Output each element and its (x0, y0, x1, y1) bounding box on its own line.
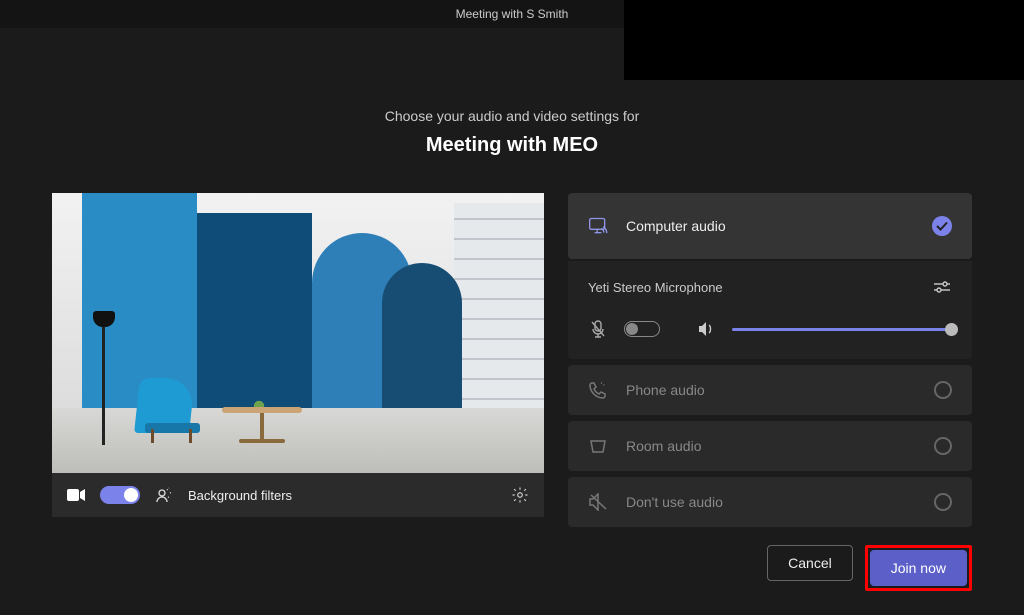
mic-muted-icon (588, 319, 608, 339)
audio-option-label: Phone audio (626, 382, 705, 398)
radio-unchecked (934, 493, 952, 511)
audio-device-name: Yeti Stereo Microphone (588, 280, 723, 295)
redacted-region (624, 0, 1024, 80)
audio-option-label: Don't use audio (626, 494, 723, 510)
meeting-name: Meeting with MEO (0, 134, 1024, 157)
background-filters-button[interactable]: Background filters (188, 488, 292, 503)
radio-unchecked (934, 437, 952, 455)
lamp-decor (102, 325, 105, 445)
pre-join-heading: Choose your audio and video settings for… (0, 108, 1024, 157)
audio-option-label: Computer audio (626, 218, 726, 234)
computer-audio-icon (588, 216, 608, 236)
settings-subtitle: Choose your audio and video settings for (0, 108, 1024, 124)
settings-gear-icon[interactable] (510, 485, 530, 505)
audio-option-phone[interactable]: Phone audio (568, 365, 972, 415)
join-now-button[interactable]: Join now (870, 550, 967, 586)
chair-decor (137, 383, 207, 443)
annotation-highlight: Join now (865, 545, 972, 591)
no-audio-icon (588, 492, 608, 512)
room-audio-icon (588, 436, 608, 456)
audio-option-label: Room audio (626, 438, 702, 454)
table-decor (222, 407, 302, 443)
mic-toggle[interactable] (624, 321, 660, 337)
radio-unchecked (934, 381, 952, 399)
background-filters-icon (154, 485, 174, 505)
speaker-icon (696, 319, 716, 339)
phone-audio-icon (588, 380, 608, 400)
video-toggle[interactable] (100, 486, 140, 504)
video-icon (66, 485, 86, 505)
video-control-bar: Background filters (52, 473, 544, 517)
window-title: Meeting with S Smith (456, 7, 569, 21)
audio-option-computer[interactable]: Computer audio (568, 193, 972, 259)
volume-slider[interactable] (732, 328, 952, 331)
cancel-button[interactable]: Cancel (767, 545, 853, 581)
device-settings-icon[interactable] (932, 277, 952, 297)
computer-audio-detail: Yeti Stereo Microphone (568, 261, 972, 359)
selected-check-icon (932, 216, 952, 236)
audio-option-none[interactable]: Don't use audio (568, 477, 972, 527)
audio-option-room[interactable]: Room audio (568, 421, 972, 471)
video-preview (52, 193, 544, 473)
